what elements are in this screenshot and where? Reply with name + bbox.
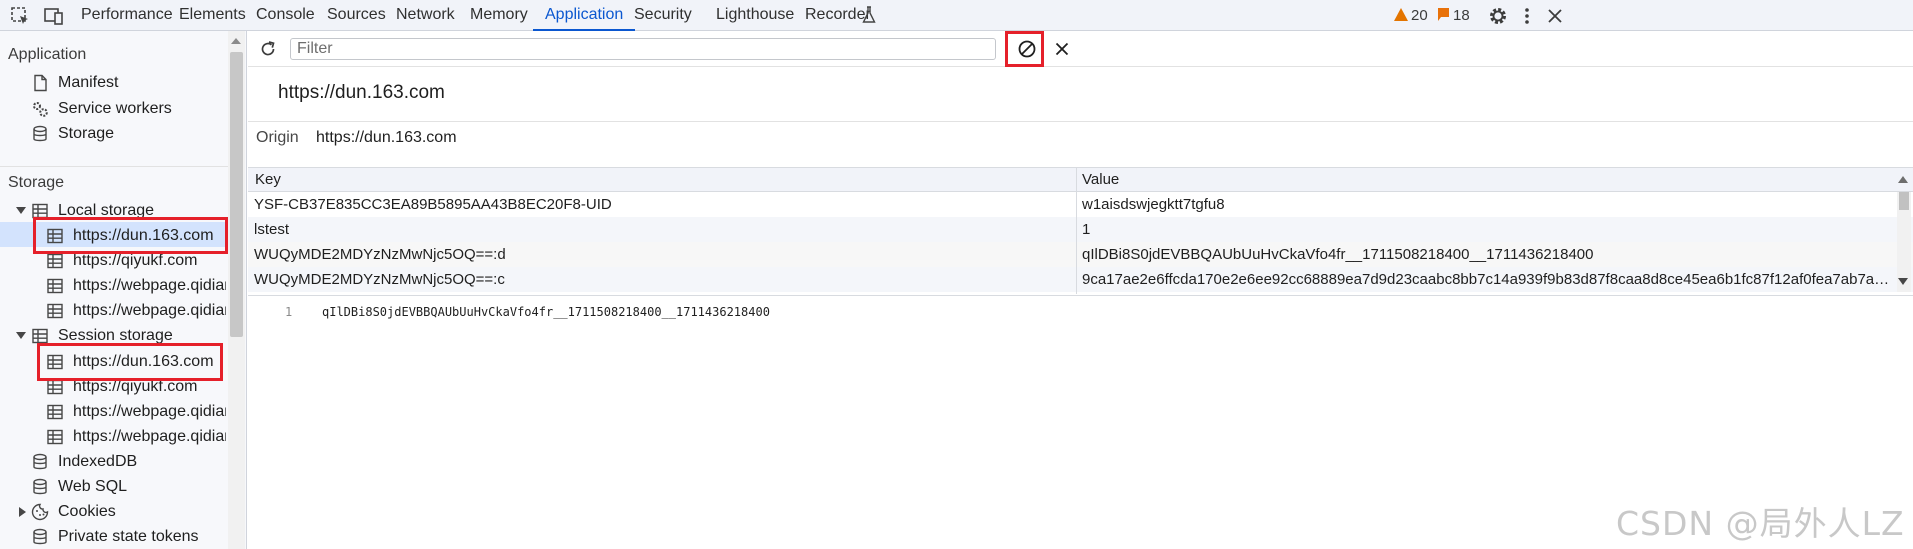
column-header-value[interactable]: Value bbox=[1082, 167, 1119, 192]
sidebar-item-label: Storage bbox=[58, 125, 115, 142]
warning-triangle-icon[interactable] bbox=[1394, 8, 1408, 21]
table-cell-key[interactable]: WUQyMDE2MDYzNzMwNjc5OQ==:c bbox=[254, 267, 1069, 292]
table-cell-value[interactable]: 1 bbox=[1082, 217, 1892, 242]
sidebar-scrollbar-thumb[interactable] bbox=[230, 52, 243, 337]
table-cell-key[interactable]: WUQyMDE2MDYzNzMwNjc5OQ==:d bbox=[254, 242, 1069, 267]
document-icon bbox=[34, 74, 47, 92]
watermark: CSDN @局外人LZ bbox=[1616, 504, 1905, 543]
session-storage-origin-item[interactable]: https://webpage.qidian.qq.com bbox=[46, 425, 226, 449]
table-cell-value[interactable]: w1aisdswjegktt7tgfu8 bbox=[1082, 192, 1892, 217]
more-options-icon[interactable] bbox=[1516, 5, 1538, 27]
sort-arrow-up-icon[interactable] bbox=[1898, 176, 1908, 183]
settings-gear-icon[interactable] bbox=[1487, 5, 1509, 27]
delete-selected-close-icon[interactable] bbox=[1053, 40, 1071, 58]
sidebar-item-label: Cookies bbox=[58, 503, 116, 520]
preview-value-text[interactable]: qIlDBi8S0jdEVBBQAUbUuHvCkaVfo4fr__171150… bbox=[322, 305, 770, 319]
table-grid-icon bbox=[47, 404, 63, 420]
table-cell-value[interactable]: qIlDBi8S0jdEVBBQAUbUuHvCkaVfo4fr__171150… bbox=[1082, 242, 1892, 267]
tab-security[interactable]: Security bbox=[634, 0, 692, 31]
database-icon bbox=[33, 478, 47, 495]
tab-lighthouse[interactable]: Lighthouse bbox=[716, 0, 794, 31]
warnings-count[interactable]: 20 bbox=[1411, 0, 1428, 31]
expand-cookies-icon[interactable] bbox=[19, 507, 26, 517]
tab-elements[interactable]: Elements bbox=[179, 0, 246, 31]
device-toolbar-icon[interactable] bbox=[43, 5, 65, 27]
tab-performance[interactable]: Performance bbox=[81, 0, 173, 31]
cookie-icon bbox=[31, 503, 49, 521]
tab-application[interactable]: Application bbox=[533, 0, 636, 31]
sidebar-item-label: https://webpage.qidian.qq.com bbox=[73, 302, 226, 319]
sidebar-section-storage: Storage bbox=[8, 174, 65, 191]
session-storage-origin-item[interactable]: https://webpage.qidian.qq.com bbox=[46, 400, 226, 424]
experiment-flask-icon bbox=[862, 6, 876, 23]
sidebar-item-label: https://webpage.qidian.qq.com bbox=[73, 403, 226, 420]
sidebar-item-label: Web SQL bbox=[58, 478, 128, 495]
table-header bbox=[248, 167, 1913, 192]
database-icon bbox=[33, 528, 47, 545]
table-scrollbar-thumb[interactable] bbox=[1899, 192, 1909, 210]
origin-label: Origin bbox=[256, 129, 299, 146]
table-grid-icon bbox=[47, 429, 63, 445]
table-grid-icon bbox=[47, 278, 63, 294]
tab-sources[interactable]: Sources bbox=[327, 0, 386, 31]
service-worker-gears-icon bbox=[33, 102, 48, 117]
issues-count[interactable]: 18 bbox=[1453, 0, 1470, 31]
highlight-box-local-storage-origin bbox=[33, 217, 228, 254]
devtools-tab-bar: Performance Elements Console Sources Net… bbox=[0, 0, 1913, 31]
issue-flag-icon[interactable] bbox=[1437, 8, 1450, 22]
column-divider[interactable] bbox=[1076, 167, 1077, 294]
table-cell-value[interactable]: 9ca17ae2e6ffcda170e2e6ee92cc68889ea7d9d2… bbox=[1082, 267, 1892, 292]
highlight-box-clear-all bbox=[1005, 31, 1044, 67]
local-storage-origin-item[interactable]: https://webpage.qidian.qq.com bbox=[46, 299, 226, 323]
sidebar-item-label: Service workers bbox=[58, 100, 172, 117]
sidebar-section-application: Application bbox=[8, 46, 87, 63]
expand-local-storage-icon[interactable] bbox=[16, 207, 26, 214]
sidebar-divider bbox=[0, 166, 228, 167]
sidebar-item-label: Private state tokens bbox=[58, 528, 199, 545]
tab-network[interactable]: Network bbox=[396, 0, 455, 31]
preview-line-number: 1 bbox=[285, 305, 293, 319]
origin-value: https://dun.163.com bbox=[316, 129, 457, 146]
sidebar-item-label: https://webpage.qidian.qq.com bbox=[73, 428, 226, 445]
database-icon bbox=[33, 125, 47, 142]
scroll-up-arrow-icon[interactable] bbox=[231, 38, 241, 44]
origin-divider bbox=[248, 121, 1913, 122]
database-icon bbox=[33, 453, 47, 470]
table-grid-icon bbox=[47, 303, 63, 319]
table-cell-key[interactable]: YSF-CB37E835CC3EA89B5895AA43B8EC20F8-UID bbox=[254, 192, 1069, 217]
tab-console[interactable]: Console bbox=[256, 0, 315, 31]
scroll-down-arrow-icon[interactable] bbox=[1898, 278, 1908, 285]
local-storage-origin-item[interactable]: https://webpage.qidian.qq.com bbox=[46, 274, 226, 298]
column-header-key[interactable]: Key bbox=[255, 167, 281, 192]
close-devtools-icon[interactable] bbox=[1544, 5, 1566, 27]
sidebar-item-label: Manifest bbox=[58, 74, 119, 91]
sidebar-item-label: https://webpage.qidian.qq.com bbox=[73, 277, 226, 294]
expand-session-storage-icon[interactable] bbox=[16, 332, 26, 339]
highlight-box-session-storage-origin bbox=[37, 343, 223, 381]
filter-input[interactable] bbox=[290, 38, 996, 60]
tab-recorder[interactable]: Recorder bbox=[805, 0, 871, 31]
table-grid-icon bbox=[47, 253, 63, 269]
sidebar-item-label: IndexedDB bbox=[58, 453, 138, 470]
table-cell-key[interactable]: lstest bbox=[254, 217, 1069, 242]
refresh-icon[interactable] bbox=[258, 39, 278, 59]
inspect-element-icon[interactable] bbox=[9, 5, 31, 27]
origin-heading: https://dun.163.com bbox=[278, 82, 445, 103]
tab-memory[interactable]: Memory bbox=[470, 0, 528, 31]
